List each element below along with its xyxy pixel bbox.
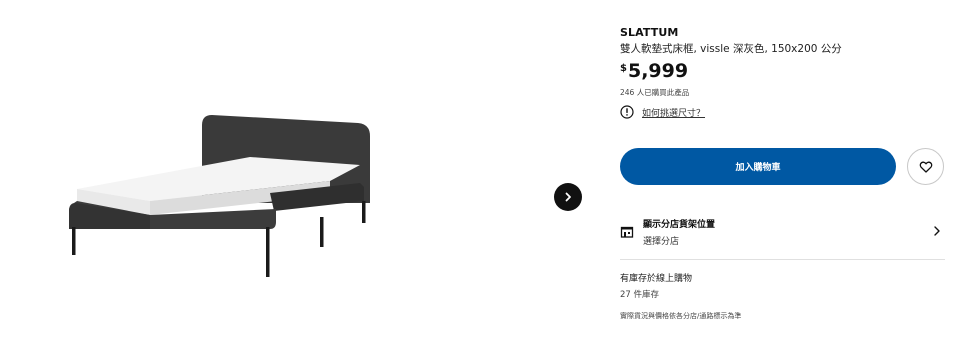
size-guide-link[interactable]: 如何挑選尺寸？ (642, 106, 705, 119)
product-name: SLATTUM (620, 26, 679, 39)
heart-icon (919, 161, 932, 173)
store-icon (620, 226, 634, 238)
next-image-button[interactable] (554, 183, 582, 211)
store-location-row[interactable]: 顯示分店貨架位置 選擇分店 (620, 213, 945, 249)
price-value: 5,999 (627, 60, 689, 82)
chevron-right-icon (934, 226, 940, 236)
size-guide: 如何挑選尺寸？ (620, 105, 705, 119)
favorite-button[interactable] (907, 148, 944, 185)
store-row-title: 顯示分店貨架位置 (643, 220, 716, 230)
store-row-subtitle: 選擇分店 (643, 237, 680, 247)
product-info-panel: SLATTUM 雙人軟墊式床框, vissle 深灰色, 150x200 公分 … (620, 0, 945, 361)
product-gallery (0, 0, 600, 361)
online-stock-status: 有庫存於線上購物 (620, 274, 693, 284)
product-description: 雙人軟墊式床框, vissle 深灰色, 150x200 公分 (620, 43, 842, 55)
info-icon (620, 105, 634, 119)
divider (620, 259, 945, 260)
stock-disclaimer: 實際貨況與價格依各分店/通路標示為準 (620, 312, 742, 320)
stock-count: 27 件庫存 (620, 290, 660, 300)
price-currency: $ (620, 63, 627, 74)
product-image (69, 115, 370, 277)
product-price: $ 5,999 (620, 60, 688, 82)
add-to-cart-button[interactable]: 加入購物車 (620, 148, 896, 185)
sold-count: 246 人已購買此產品 (620, 88, 690, 97)
chevron-right-icon (565, 192, 571, 202)
